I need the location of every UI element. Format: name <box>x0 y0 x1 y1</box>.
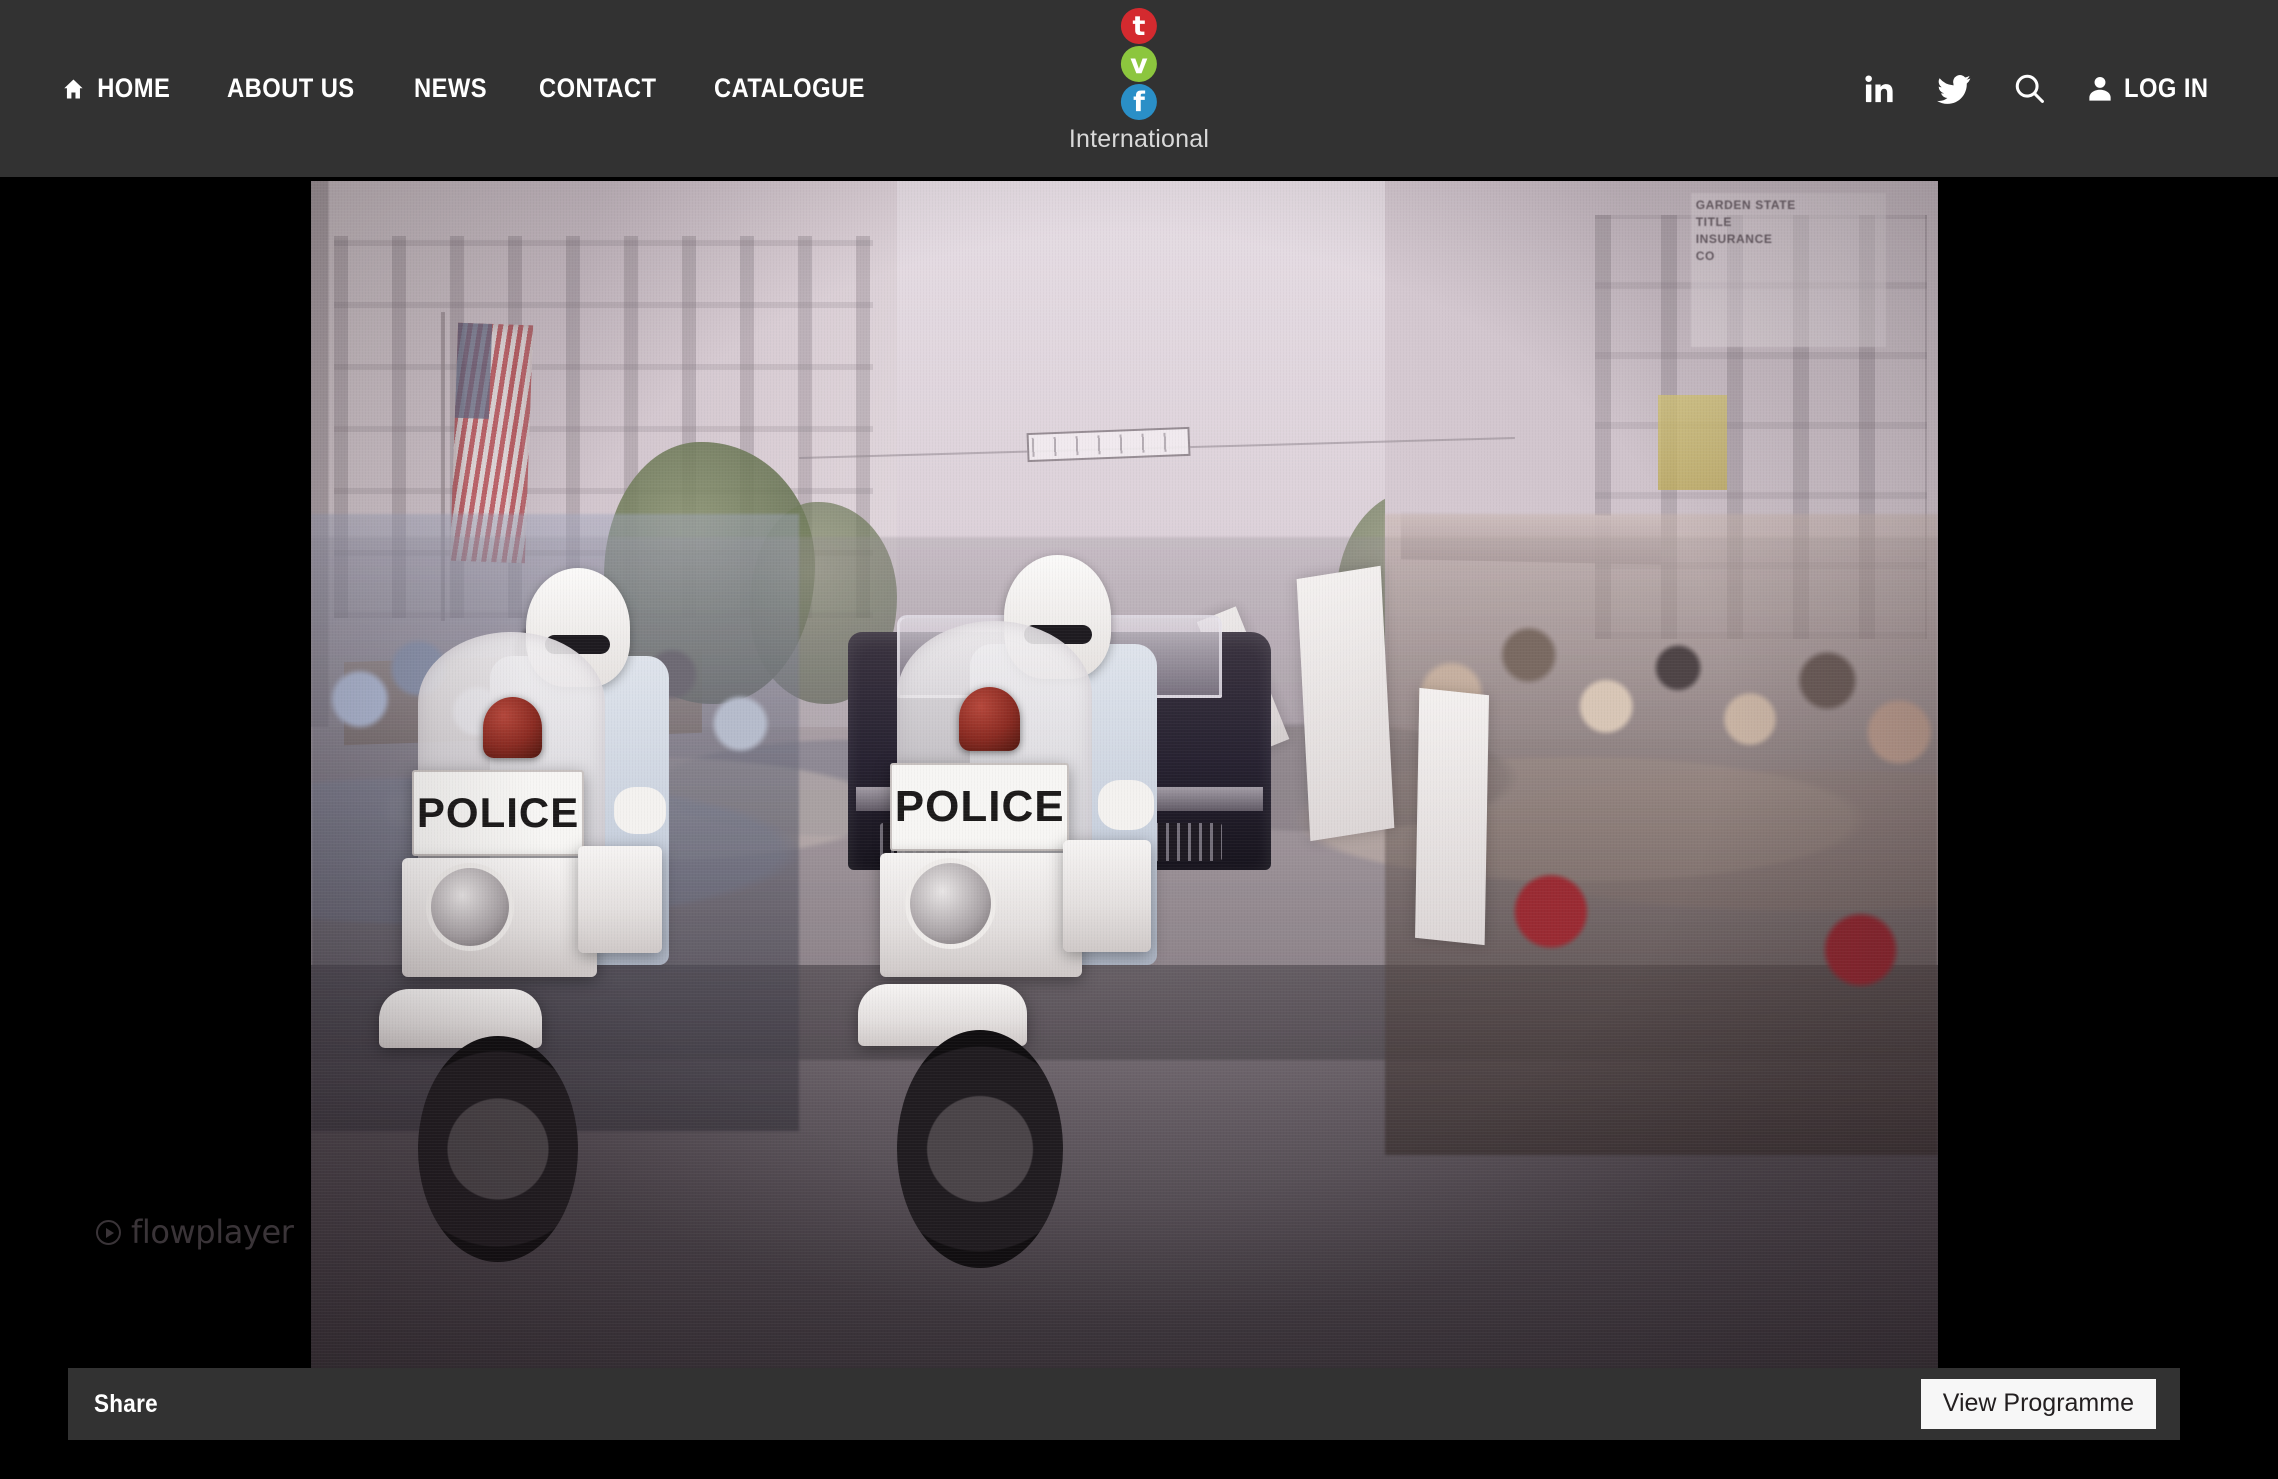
scene-crowd-flag <box>1297 565 1395 842</box>
logo-dot-v: v <box>1120 46 1157 82</box>
logo-wordmark: International <box>1068 125 1210 153</box>
nav-item-home[interactable]: HOME <box>62 73 170 104</box>
header-actions: LOG IN <box>1863 0 2220 177</box>
scene-motorcycle-left-headlamp <box>431 867 510 947</box>
scene-motorcycle-left-plate: POLICE <box>411 770 585 856</box>
nav-item-news[interactable]: NEWS <box>414 73 487 104</box>
nav-item-about-us-label: ABOUT US <box>227 73 355 103</box>
logo-dot-t: t <box>1120 8 1157 44</box>
nav-item-news-label: NEWS <box>414 73 488 103</box>
login-button[interactable]: LOG IN <box>2088 73 2220 104</box>
nav-item-contact-label: CONTACT <box>539 73 657 103</box>
share-bar: Share View Programme <box>68 1368 2180 1440</box>
logo-dot-f: f <box>1120 84 1157 120</box>
video-still[interactable]: GARDEN STATE TITLE INSURANCE CO POLICE P… <box>311 181 1938 1369</box>
video-player-stage[interactable]: GARDEN STATE TITLE INSURANCE CO POLICE P… <box>0 177 2278 1479</box>
home-icon <box>62 77 85 101</box>
brand-logo[interactable]: t v f International <box>1069 8 1209 154</box>
nav-item-catalogue-label: CATALOGUE <box>714 73 866 103</box>
scene-motorcycle-right-wheel <box>896 1030 1063 1268</box>
nav-item-contact[interactable]: CONTACT <box>539 73 656 104</box>
scene-motorcycle-left-saddlebag <box>577 846 663 954</box>
flowplayer-label: flowplayer <box>131 1213 294 1251</box>
scene-motorcycle-left-wheel <box>418 1036 578 1263</box>
user-icon <box>2088 76 2112 102</box>
search-icon[interactable] <box>2013 72 2046 105</box>
share-label: Share <box>94 1389 158 1418</box>
scene-motorcycle-right-beacon <box>958 687 1021 752</box>
twitter-icon[interactable] <box>1937 74 1971 104</box>
nav-item-about-us[interactable]: ABOUT US <box>227 73 355 104</box>
scene-crowd-flag <box>1415 687 1490 946</box>
nav-item-home-label: HOME <box>97 73 171 103</box>
main-navigation: HOME ABOUT US NEWS CONTACT CATALOGUE <box>62 0 886 177</box>
scene-shop-sign <box>1658 394 1727 490</box>
scene-motorcycle-right-headlamp <box>909 862 992 944</box>
flowplayer-watermark[interactable]: flowplayer <box>96 1213 294 1251</box>
scene-motorcycle-left-beacon <box>483 696 543 759</box>
nav-item-catalogue[interactable]: CATALOGUE <box>714 73 865 104</box>
view-programme-button[interactable]: View Programme <box>1920 1379 2156 1429</box>
play-circle-icon <box>96 1219 121 1245</box>
scene-motorcycle-right-plate: POLICE <box>890 763 1070 852</box>
login-label: LOG IN <box>2124 73 2209 103</box>
scene-store-sign: GARDEN STATE TITLE INSURANCE CO <box>1690 192 1886 348</box>
scene-motorcycle-right-saddlebag <box>1062 840 1151 952</box>
scene-officer-left-glove <box>613 786 666 835</box>
linkedin-icon[interactable] <box>1863 73 1895 105</box>
scene-officer-right-glove <box>1098 779 1154 830</box>
site-header: HOME ABOUT US NEWS CONTACT CATALOGUE t v… <box>0 0 2278 177</box>
